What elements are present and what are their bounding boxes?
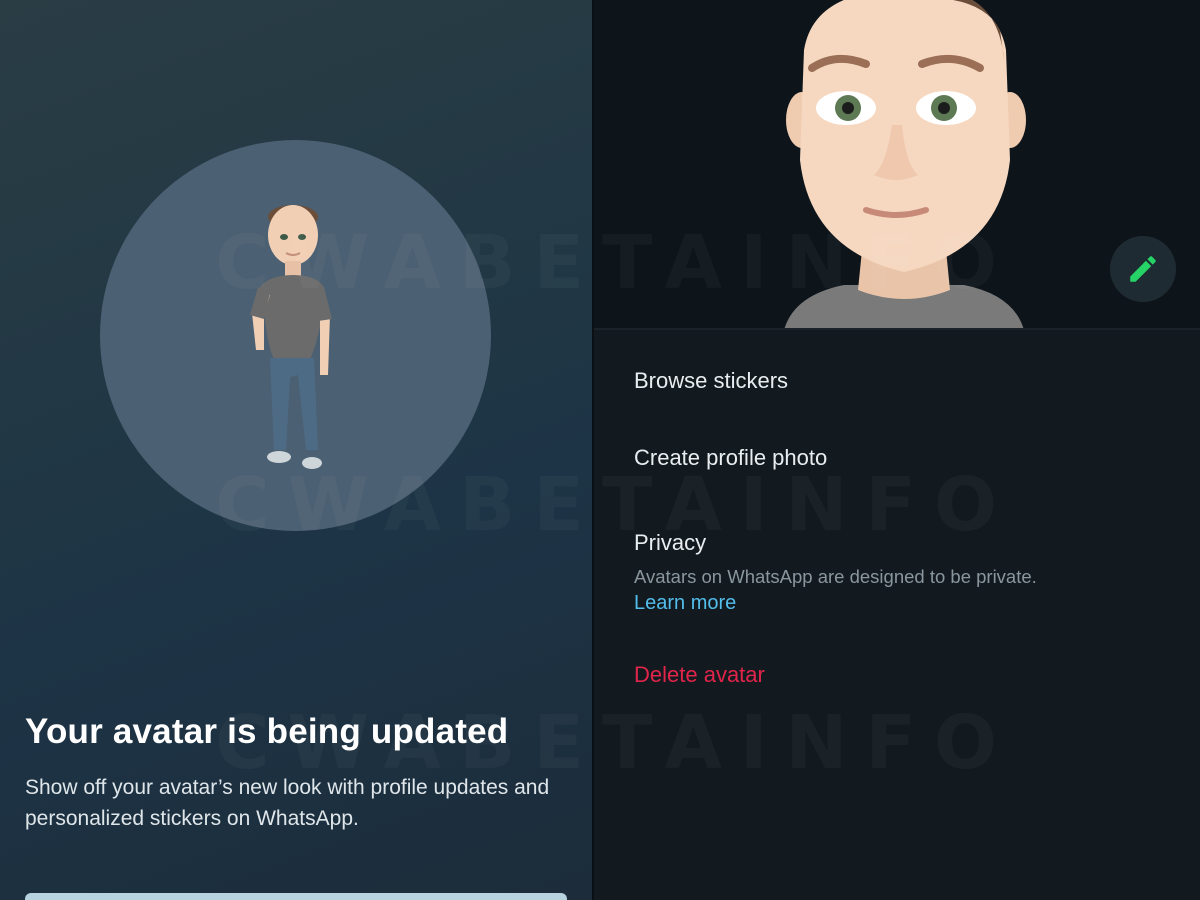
avatar-settings-screen: Your avatar is being updated Show off yo… xyxy=(0,0,1200,900)
avatar-portrait-header xyxy=(594,0,1200,328)
learn-more-link[interactable]: Learn more xyxy=(634,592,736,615)
pencil-icon xyxy=(1130,256,1156,282)
avatar-full-body-image xyxy=(250,205,332,469)
update-status-title: Your avatar is being updated xyxy=(25,712,509,751)
avatar-menu-panel: Browse stickers Create profile photo Pri… xyxy=(594,0,1200,900)
menu-item-privacy[interactable]: Privacy Avatars on WhatsApp are designed… xyxy=(634,530,1174,615)
menu-item-browse-stickers[interactable]: Browse stickers xyxy=(634,368,788,394)
update-status-description: Show off your avatar’s new look with pro… xyxy=(25,776,550,830)
delete-avatar-button[interactable]: Delete avatar xyxy=(634,662,765,688)
privacy-title: Privacy xyxy=(634,530,707,555)
avatar-update-panel: Your avatar is being updated Show off yo… xyxy=(0,0,592,900)
header-divider xyxy=(594,328,1200,330)
continue-button[interactable] xyxy=(25,893,567,900)
menu-item-create-profile-photo[interactable]: Create profile photo xyxy=(634,445,827,471)
edit-avatar-button[interactable] xyxy=(1110,236,1176,302)
privacy-description: Avatars on WhatsApp are designed to be p… xyxy=(634,566,1037,587)
avatar-portrait-image xyxy=(784,0,1026,328)
